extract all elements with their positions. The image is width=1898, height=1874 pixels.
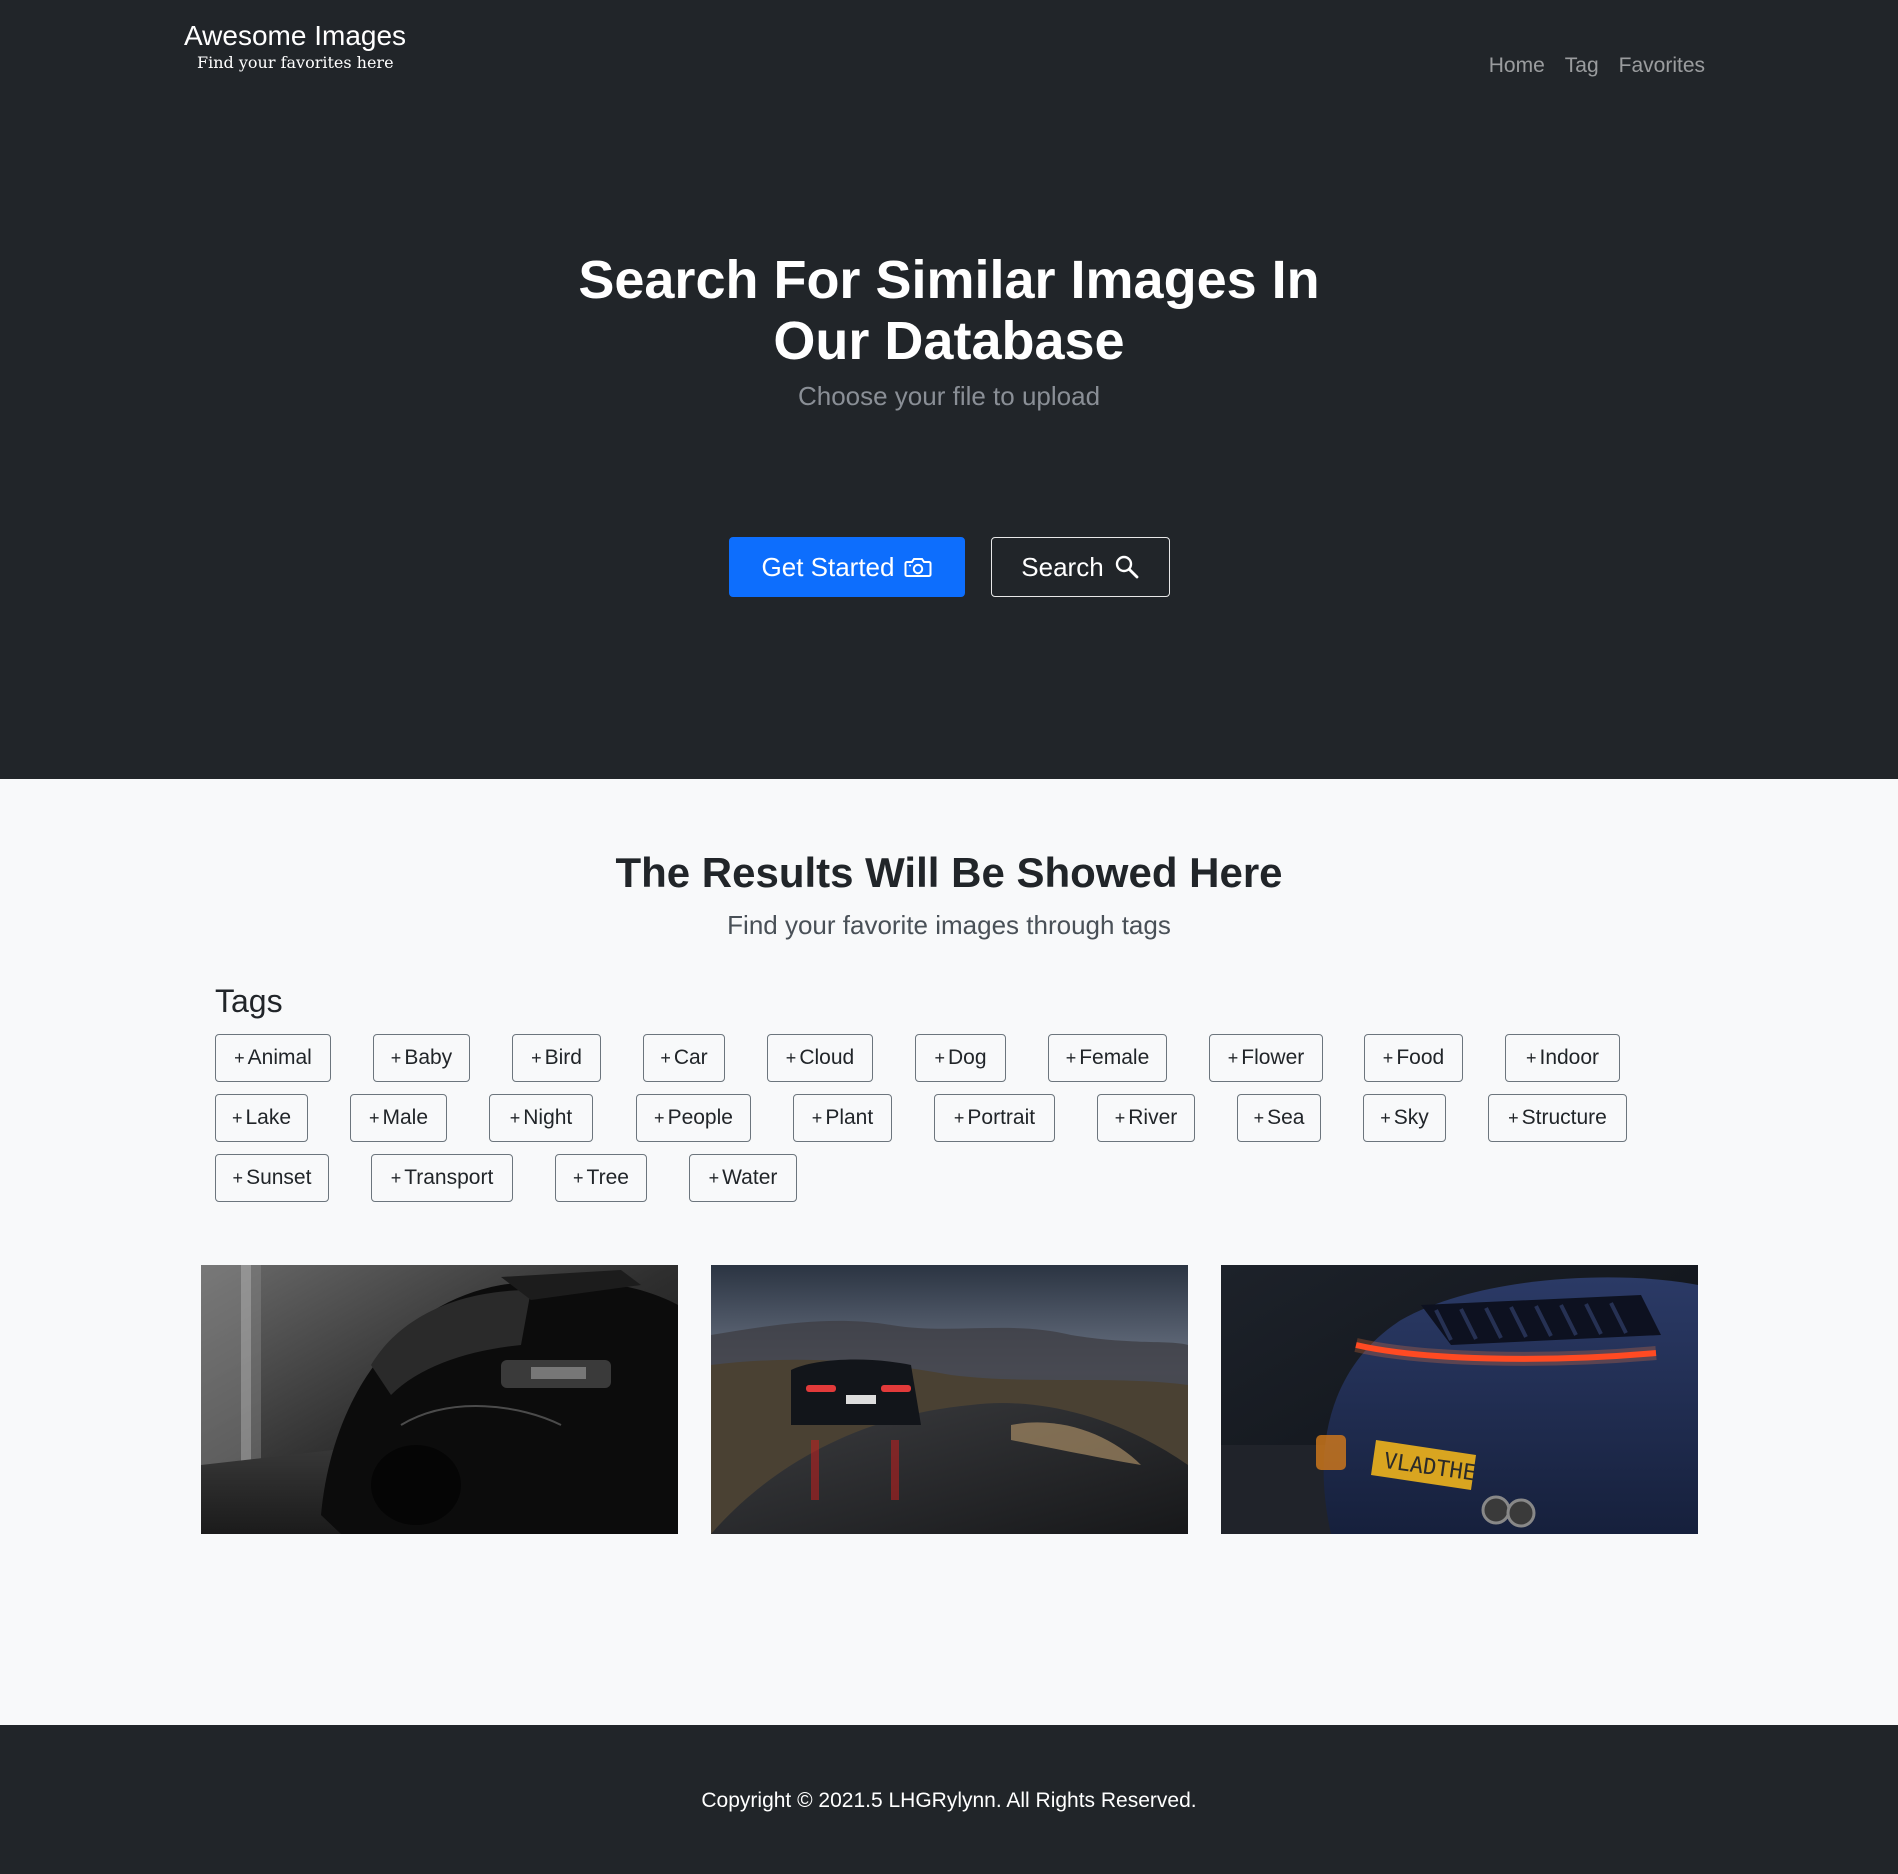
tag-label: Plant (825, 1106, 874, 1129)
tag-label: Lake (245, 1106, 292, 1129)
tag-baby[interactable]: + Baby (373, 1034, 470, 1082)
tag-label: Tree (586, 1166, 629, 1189)
tags-title: Tags (215, 983, 283, 1019)
plus-icon: + (368, 1107, 380, 1128)
tag-label: Sunset (246, 1166, 312, 1189)
tag-indoor[interactable]: + Indoor (1505, 1034, 1620, 1082)
get-started-label: Get Started (761, 551, 895, 582)
plus-icon: + (654, 1107, 665, 1128)
tag-label: Food (1396, 1046, 1445, 1069)
tag-label: Sky (1393, 1106, 1429, 1129)
tag-male[interactable]: + Male (350, 1094, 447, 1142)
footer: Copyright © 2021.5 LHGRylynn. All Rights… (0, 1725, 1898, 1874)
plus-icon: + (1114, 1107, 1126, 1128)
plus-icon: + (1380, 1107, 1391, 1128)
hero-heading: Search For Similar Images In Our Databas… (0, 250, 1898, 372)
tag-label: Cloud (799, 1046, 855, 1069)
tag-sky[interactable]: + Sky (1363, 1094, 1446, 1142)
tag-label: Dog (947, 1046, 987, 1069)
copyright-text: Copyright © 2021.5 LHGRylynn. All Rights… (701, 1789, 1197, 1812)
plus-icon: + (234, 1047, 245, 1068)
tag-label: Sea (1267, 1106, 1305, 1129)
tag-river[interactable]: + River (1097, 1094, 1195, 1142)
tag-sea[interactable]: + Sea (1237, 1094, 1321, 1142)
main-nav: Home Tag Favorites (1479, 52, 1705, 80)
tag-female[interactable]: + Female (1048, 1034, 1167, 1082)
tag-people[interactable]: + People (636, 1094, 751, 1142)
plus-icon: + (785, 1047, 797, 1068)
tag-dog[interactable]: + Dog (915, 1034, 1006, 1082)
plus-icon: + (531, 1047, 542, 1068)
plus-icon: + (509, 1107, 521, 1128)
plus-icon: + (390, 1047, 402, 1068)
tag-plant[interactable]: + Plant (793, 1094, 892, 1142)
tag-label: River (1128, 1106, 1178, 1129)
tag-water[interactable]: + Water (689, 1154, 797, 1202)
tag-bird[interactable]: + Bird (512, 1034, 601, 1082)
tag-sunset[interactable]: + Sunset (215, 1154, 329, 1202)
plus-icon: + (1227, 1047, 1239, 1068)
nav-home[interactable]: Home (1479, 52, 1555, 80)
tag-night[interactable]: + Night (489, 1094, 593, 1142)
plus-icon: + (660, 1047, 671, 1068)
tag-label: Flower (1241, 1046, 1305, 1069)
tag-label: Structure (1521, 1106, 1607, 1129)
plus-icon: + (953, 1107, 965, 1128)
tag-label: Animal (247, 1046, 312, 1069)
plus-icon: + (934, 1047, 945, 1068)
tag-tree[interactable]: + Tree (555, 1154, 647, 1202)
search-button-label: Search (1021, 551, 1104, 582)
tag-transport[interactable]: + Transport (371, 1154, 513, 1202)
results-subheading: Find your favorite images through tags (727, 910, 1171, 940)
plus-icon: + (708, 1167, 720, 1188)
hero-heading-line2: Our Database (773, 311, 1125, 371)
tag-label: Water (722, 1166, 778, 1189)
plus-icon: + (573, 1167, 584, 1188)
plus-icon: + (811, 1107, 823, 1128)
tag-portrait[interactable]: + Portrait (934, 1094, 1055, 1142)
search-button[interactable]: Search (991, 537, 1170, 597)
plus-icon: + (1382, 1047, 1394, 1068)
tag-animal[interactable]: + Animal (215, 1034, 331, 1082)
camera-icon (904, 555, 932, 579)
search-icon (1114, 554, 1140, 580)
tag-structure[interactable]: + Structure (1488, 1094, 1627, 1142)
tag-label: Female (1079, 1046, 1150, 1069)
tag-label: Night (523, 1106, 573, 1129)
results-heading: The Results Will Be Showed Here (615, 849, 1283, 896)
tag-label: Transport (404, 1166, 494, 1189)
plus-icon: + (1253, 1107, 1265, 1128)
plus-icon: + (232, 1167, 244, 1188)
tag-label: Male (382, 1106, 429, 1129)
tag-car[interactable]: + Car (643, 1034, 725, 1082)
plus-icon: + (1065, 1047, 1077, 1068)
hero-subheading: Choose your file to upload (797, 381, 1101, 411)
result-image-3[interactable]: VLADTHE (1221, 1265, 1698, 1534)
result-image-1[interactable] (201, 1265, 678, 1534)
tag-lake[interactable]: + Lake (215, 1094, 308, 1142)
plus-icon: + (1508, 1107, 1519, 1128)
brand-subtitle: Find your favorites here (197, 53, 394, 72)
hero-section: Awesome Images Find your favorites here … (0, 0, 1898, 779)
plus-icon: + (231, 1107, 243, 1128)
tag-flower[interactable]: + Flower (1209, 1034, 1323, 1082)
hero-heading-line1: Search For Similar Images In (578, 250, 1320, 310)
tag-label: People (667, 1106, 733, 1129)
plus-icon: + (1525, 1047, 1537, 1068)
tag-label: Baby (404, 1046, 453, 1069)
nav-favorites[interactable]: Favorites (1609, 52, 1705, 80)
tag-food[interactable]: + Food (1364, 1034, 1463, 1082)
tag-label: Portrait (967, 1106, 1036, 1129)
tag-label: Bird (544, 1046, 582, 1069)
brand[interactable]: Awesome Images Find your favorites here (184, 18, 406, 72)
get-started-button[interactable]: Get Started (729, 537, 965, 597)
tag-cloud[interactable]: + Cloud (767, 1034, 873, 1082)
tag-label: Indoor (1539, 1046, 1600, 1069)
nav-tag[interactable]: Tag (1555, 52, 1609, 80)
brand-title[interactable]: Awesome Images (184, 18, 406, 54)
tag-label: Car (673, 1046, 708, 1069)
result-image-2[interactable] (711, 1265, 1188, 1534)
plus-icon: + (390, 1167, 402, 1188)
